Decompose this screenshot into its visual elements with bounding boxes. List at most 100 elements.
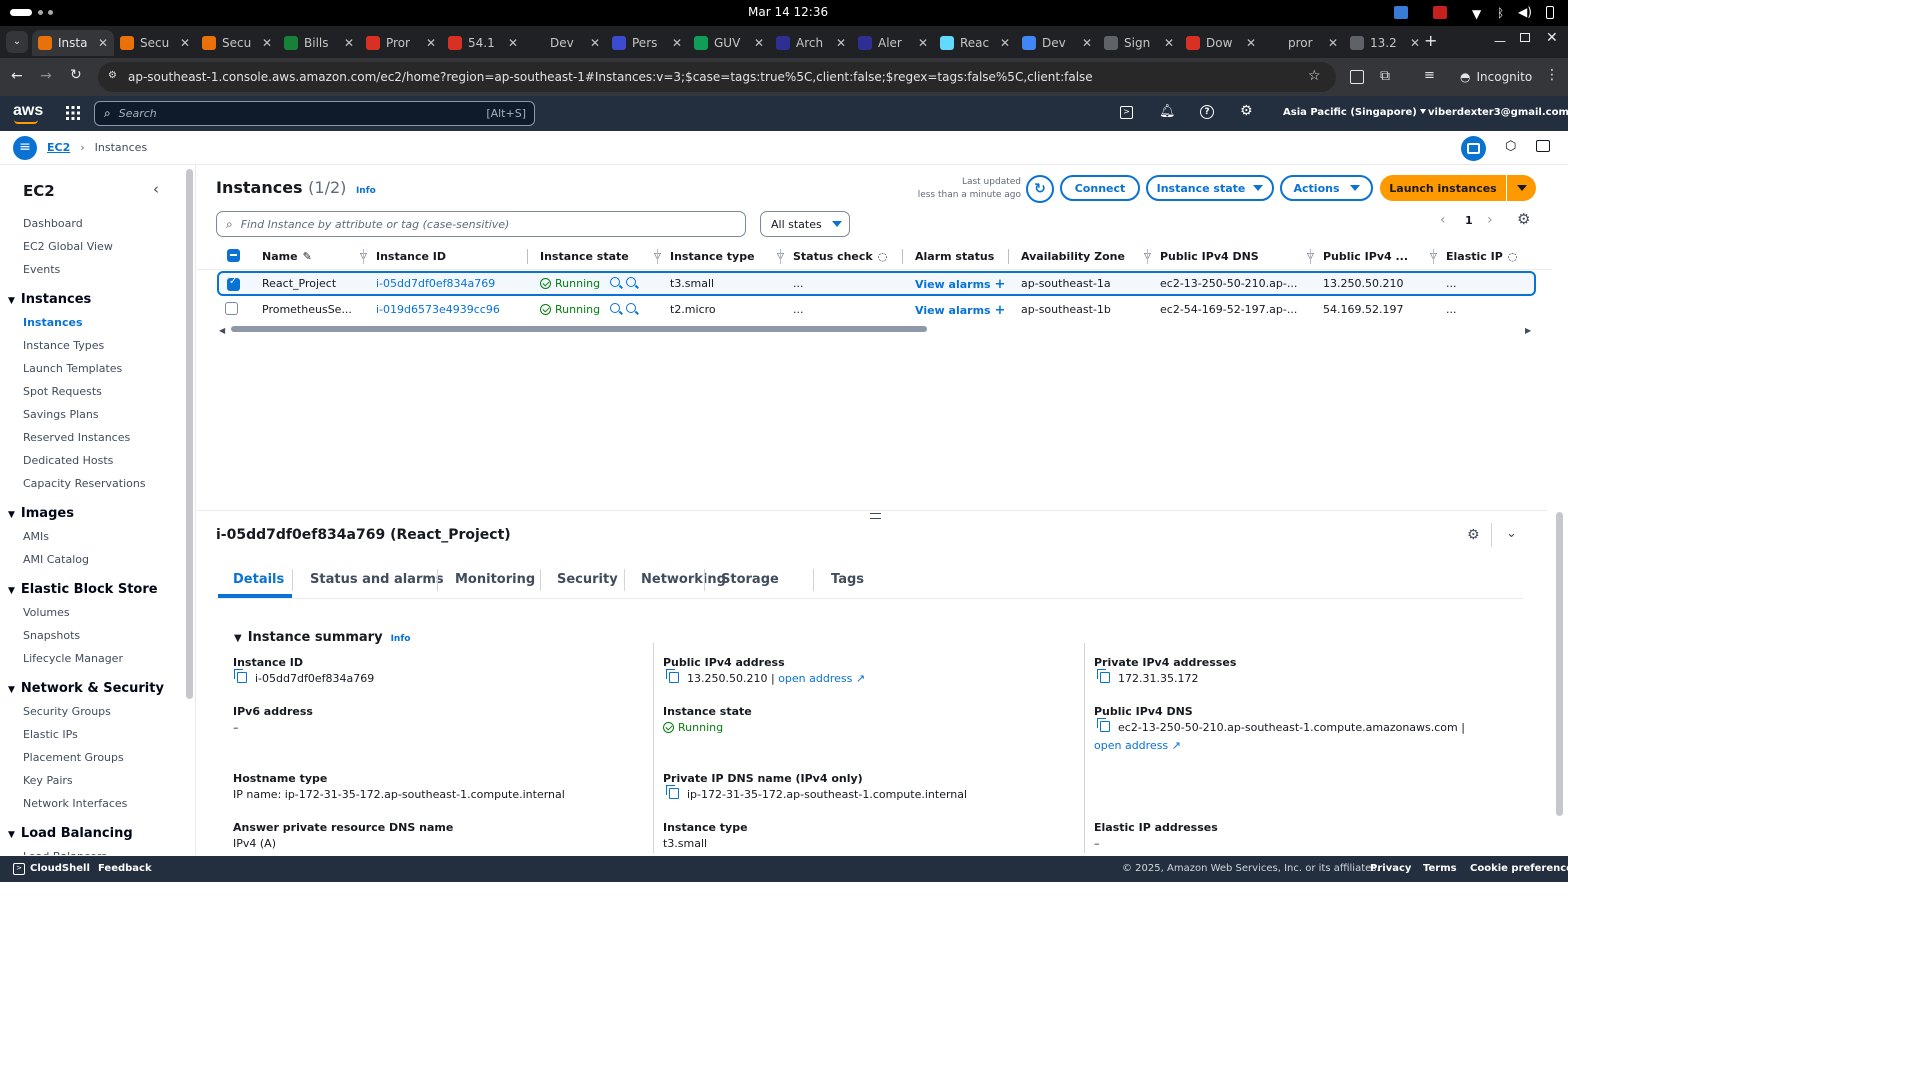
column-header[interactable]: Public IPv4 ... xyxy=(1323,250,1408,263)
reading-mode-icon[interactable] xyxy=(1350,70,1364,84)
tab-close-icon[interactable]: ✕ xyxy=(672,36,682,50)
details-tab[interactable]: Security xyxy=(557,572,618,587)
tab-close-icon[interactable]: ✕ xyxy=(344,36,354,50)
minimize-icon[interactable]: — xyxy=(1494,34,1506,48)
column-resizer[interactable] xyxy=(363,249,364,264)
cloudshell-icon[interactable]: > xyxy=(1120,106,1133,119)
column-header[interactable]: Public IPv4 DNS xyxy=(1160,250,1259,263)
info-panel-toggle[interactable] xyxy=(1461,136,1486,161)
tab-close-icon[interactable]: ✕ xyxy=(1000,36,1010,50)
sidenav-item[interactable]: Dashboard xyxy=(23,217,83,230)
browser-tab[interactable]: Sign ✕ xyxy=(1098,30,1180,56)
scroll-left-icon[interactable]: ◀ xyxy=(219,326,225,335)
column-resizer[interactable] xyxy=(657,249,658,264)
app-indicator-icon[interactable] xyxy=(1433,6,1447,19)
table-horizontal-scrollbar[interactable] xyxy=(231,326,927,332)
activities-indicator[interactable] xyxy=(10,9,32,16)
details-tab[interactable]: Status and alarms xyxy=(310,572,444,587)
instance-id-link[interactable]: i-05dd7df0ef834a769 xyxy=(376,277,495,290)
address-bar[interactable]: ⚙ ap-southeast-1.console.aws.amazon.com/… xyxy=(98,62,1336,92)
sidenav-item[interactable]: Savings Plans xyxy=(23,408,99,421)
view-alarms-link[interactable]: View alarms + xyxy=(915,303,1005,318)
column-header[interactable]: Name ✎ xyxy=(262,250,312,263)
details-tab[interactable]: Tags xyxy=(831,572,864,587)
table-preferences-icon[interactable]: ⚙ xyxy=(1517,210,1530,228)
details-tab[interactable]: Storage xyxy=(721,572,779,587)
services-grid-icon[interactable] xyxy=(66,106,80,120)
browser-tab[interactable]: Aler ✕ xyxy=(852,30,934,56)
browser-tab[interactable]: Dev ✕ xyxy=(1016,30,1098,56)
column-resizer[interactable] xyxy=(780,249,781,264)
browser-tab[interactable]: pror ✕ xyxy=(1262,30,1344,56)
sidenav-item[interactable]: Placement Groups xyxy=(23,751,124,764)
bookmark-star-icon[interactable]: ☆ xyxy=(1308,68,1321,84)
notifications-bell-icon[interactable]: 🔔︎ xyxy=(1159,104,1176,119)
back-icon[interactable]: ← xyxy=(11,68,23,84)
browser-tab[interactable]: 13.2 ✕ xyxy=(1344,30,1426,56)
row-checkbox[interactable] xyxy=(225,302,238,315)
forward-icon[interactable]: → xyxy=(40,68,52,84)
collapse-details-icon[interactable]: ⌄ xyxy=(1506,526,1517,541)
browser-tab[interactable]: Dow ✕ xyxy=(1180,30,1262,56)
incognito-badge[interactable]: ◓ Incognito xyxy=(1452,65,1532,89)
bluetooth-icon[interactable]: ᛒ xyxy=(1497,6,1504,20)
menu-hamburger-icon[interactable]: ≡ xyxy=(13,136,37,160)
copy-icon[interactable] xyxy=(234,669,247,683)
copy-icon[interactable] xyxy=(1097,718,1110,732)
copy-icon[interactable] xyxy=(666,785,679,799)
sidenav-item[interactable]: AMIs xyxy=(23,530,49,543)
sidenav-item[interactable]: EC2 Global View xyxy=(23,240,113,253)
column-resizer[interactable] xyxy=(1310,249,1311,264)
sidenav-item[interactable]: Capacity Reservations xyxy=(23,477,146,490)
tab-close-icon[interactable]: ✕ xyxy=(1246,36,1256,50)
column-header[interactable]: Instance type xyxy=(670,250,755,263)
states-filter-select[interactable]: All states xyxy=(760,211,850,237)
select-all-checkbox[interactable] xyxy=(227,249,240,262)
scroll-right-icon[interactable]: ▶ xyxy=(1525,326,1531,335)
sidenav-item[interactable]: Security Groups xyxy=(23,705,111,718)
sidenav-item[interactable]: Spot Requests xyxy=(23,385,102,398)
connect-button[interactable]: Connect xyxy=(1060,175,1140,201)
details-tab[interactable]: Networking xyxy=(641,572,726,587)
info-link[interactable]: Info xyxy=(356,186,376,196)
sidenav-item[interactable]: Lifecycle Manager xyxy=(23,652,123,665)
sidenav-item[interactable]: Dedicated Hosts xyxy=(23,454,113,467)
browser-tab[interactable]: Pers ✕ xyxy=(606,30,688,56)
actions-button[interactable]: Actions xyxy=(1280,175,1373,201)
browser-tab[interactable]: 54.1 ✕ xyxy=(442,30,524,56)
app-indicator-icon[interactable] xyxy=(1394,6,1408,19)
column-resizer[interactable] xyxy=(1147,249,1148,264)
refresh-button[interactable]: ↻ xyxy=(1026,175,1054,203)
cookie-preferences-link[interactable]: Cookie preferences xyxy=(1470,863,1579,874)
copy-icon[interactable] xyxy=(666,669,679,683)
maximize-icon[interactable] xyxy=(1520,33,1530,42)
volume-icon[interactable]: ◀) xyxy=(1518,5,1532,19)
zoom-in-icon[interactable] xyxy=(610,303,621,313)
tab-close-icon[interactable]: ✕ xyxy=(1328,36,1338,50)
column-header[interactable]: Instance ID xyxy=(376,250,446,263)
browser-tab[interactable]: Reac ✕ xyxy=(934,30,1016,56)
tab-close-icon[interactable]: ✕ xyxy=(508,36,518,50)
clock[interactable]: Mar 14 12:36 xyxy=(748,5,828,19)
details-settings-icon[interactable]: ⚙ xyxy=(1467,527,1480,543)
sidenav-item[interactable]: Network Interfaces xyxy=(23,797,127,810)
open-address-link[interactable]: open address xyxy=(1094,739,1168,752)
tab-close-icon[interactable]: ✕ xyxy=(180,36,190,50)
tab-close-icon[interactable]: ✕ xyxy=(426,36,436,50)
tab-close-icon[interactable]: ✕ xyxy=(262,36,272,50)
copy-icon[interactable] xyxy=(1097,669,1110,683)
summary-info-link[interactable]: Info xyxy=(391,634,411,644)
site-info-icon[interactable]: ⚙ xyxy=(108,70,120,82)
column-header[interactable]: Status check ◌ xyxy=(793,250,887,263)
tab-close-icon[interactable]: ✕ xyxy=(98,36,108,50)
column-header[interactable]: Alarm status xyxy=(915,250,994,263)
instance-id-link[interactable]: i-019d6573e4939cc96 xyxy=(376,303,500,316)
help-icon[interactable]: ? xyxy=(1200,105,1214,119)
page-number[interactable]: 1 xyxy=(1465,214,1473,227)
tab-close-icon[interactable]: ✕ xyxy=(590,36,600,50)
zoom-out-icon[interactable] xyxy=(626,277,637,287)
browser-tab[interactable]: Dev ✕ xyxy=(524,30,606,56)
sidenav-item[interactable]: Elastic IPs xyxy=(23,728,78,741)
launch-instances-button[interactable]: Launch instances xyxy=(1380,175,1506,201)
tab-close-icon[interactable]: ✕ xyxy=(754,36,764,50)
